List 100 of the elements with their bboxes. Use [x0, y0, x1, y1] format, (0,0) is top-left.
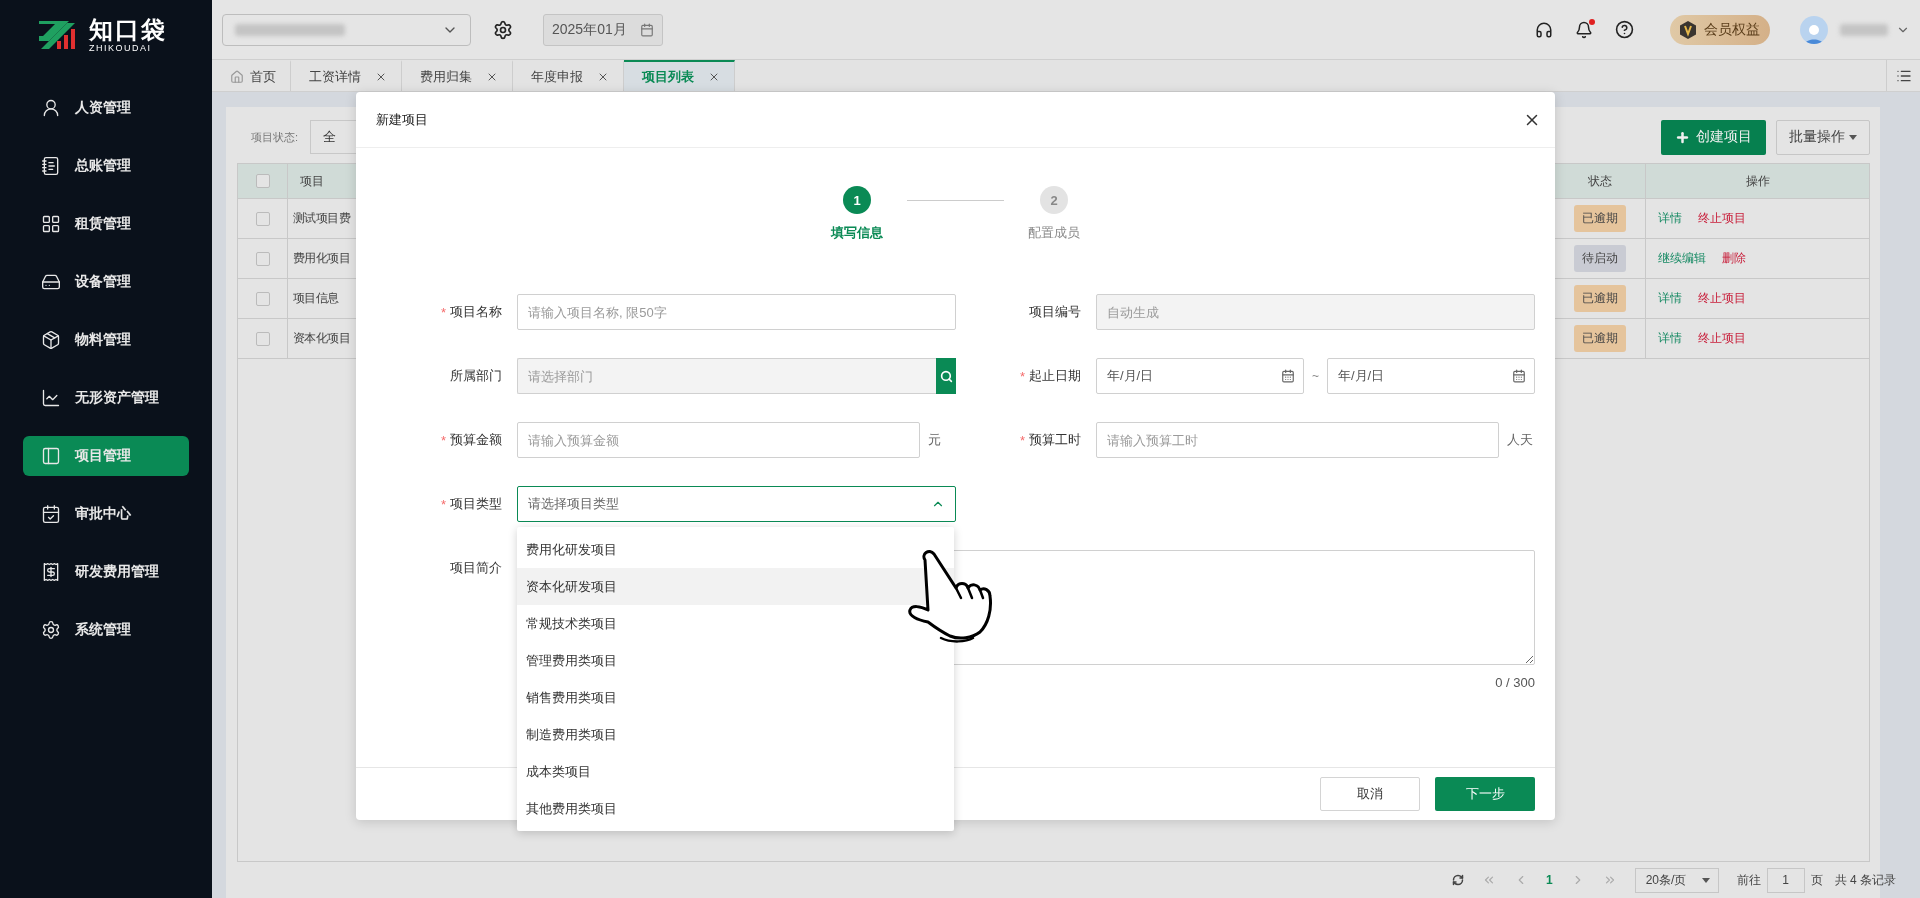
page-tab[interactable]: 首页: [212, 60, 291, 91]
nav-item[interactable]: 无形资产管理: [23, 378, 189, 418]
status-tag: 待启动: [1573, 245, 1626, 272]
plus-icon: [1675, 129, 1690, 145]
calendar-icon[interactable]: [1281, 369, 1295, 383]
settings-icon[interactable]: [493, 19, 513, 40]
page-tab[interactable]: 工资详情: [291, 60, 402, 91]
logo-name: 知口袋: [89, 17, 167, 43]
search-icon: [939, 369, 953, 383]
nav-item[interactable]: 项目管理: [23, 436, 189, 476]
type-select[interactable]: 请选择项目类型: [517, 486, 956, 522]
nav-item[interactable]: 总账管理: [23, 146, 189, 186]
department-field[interactable]: 请选择部门: [517, 358, 936, 394]
refresh-icon[interactable]: [1451, 874, 1464, 886]
next-button[interactable]: 下一步: [1435, 777, 1535, 811]
caret-icon: [1701, 877, 1710, 883]
field-label: 项目名称: [450, 303, 502, 321]
caret-icon: [1849, 134, 1857, 140]
action-link[interactable]: 终止项目: [1698, 290, 1746, 307]
action-link[interactable]: 详情: [1658, 330, 1682, 347]
filter-label: 项目状态:: [251, 129, 299, 145]
required-asterisk: *: [440, 432, 446, 448]
total-count: 共 4 条记录: [1834, 871, 1896, 889]
month-field[interactable]: 2025年01月: [543, 13, 663, 46]
column-header: 状态: [1587, 172, 1612, 190]
search-button[interactable]: [936, 358, 956, 394]
readonly-input[interactable]: 自动生成: [1096, 294, 1535, 330]
grid-icon: [41, 214, 61, 234]
step-number: 1: [843, 186, 871, 214]
field-label: 项目简介: [450, 559, 502, 577]
nav-item[interactable]: 研发费用管理: [23, 552, 189, 592]
dropdown-option[interactable]: 管理费用类项目: [517, 642, 954, 679]
dropdown-option[interactable]: 费用化研发项目: [517, 531, 954, 568]
help-icon[interactable]: [1615, 20, 1634, 39]
dropdown-option[interactable]: 成本类项目: [517, 753, 954, 790]
receipt-icon: [41, 562, 61, 582]
avatar-icon[interactable]: [1800, 15, 1828, 44]
char-counter: 0 / 300: [1495, 675, 1535, 690]
cancel-button[interactable]: 取消: [1320, 777, 1420, 811]
table-cell: 测试项目费: [293, 210, 350, 227]
checkbox[interactable]: [255, 251, 270, 266]
checkbox[interactable]: [255, 291, 270, 306]
logo-subtitle: ZHIKOUDAI: [89, 43, 153, 53]
unit-label: 人天: [1507, 431, 1534, 449]
column-header: 项目: [300, 172, 324, 190]
nav-item[interactable]: 人资管理: [23, 88, 189, 128]
action-link[interactable]: 继续编辑: [1658, 250, 1706, 267]
person-icon: [41, 98, 61, 118]
calendar-icon: [640, 22, 654, 37]
table-cell: 项目信息: [293, 290, 339, 307]
page-unit: 页: [1810, 871, 1823, 889]
calendar-check-icon: [41, 504, 61, 524]
nav-item[interactable]: 租赁管理: [23, 204, 189, 244]
action-link[interactable]: 删除: [1722, 250, 1746, 267]
dropdown-option[interactable]: 制造费用类项目: [517, 716, 954, 753]
notification-icon[interactable]: [1575, 20, 1593, 39]
create-button[interactable]: 创建项目: [1661, 119, 1766, 155]
required-asterisk: *: [440, 304, 446, 320]
dialog-title: 新建项目: [376, 110, 428, 129]
checkbox[interactable]: [255, 174, 270, 188]
drive-icon: [41, 272, 61, 292]
panel-icon: [41, 446, 61, 466]
dropdown-option[interactable]: 销售费用类项目: [517, 679, 954, 716]
dropdown-option[interactable]: 资本化研发项目: [517, 568, 954, 605]
action-link[interactable]: 终止项目: [1698, 210, 1746, 227]
dropdown-option[interactable]: 其他费用类项目: [517, 790, 954, 827]
nav-item[interactable]: 设备管理: [23, 262, 189, 302]
page-tab[interactable]: 费用归集: [402, 60, 513, 91]
step-label: 填写信息: [831, 224, 883, 242]
field-label: 起止日期: [1029, 367, 1081, 385]
goto-label: 前往: [1736, 871, 1761, 889]
nav-item[interactable]: 系统管理: [23, 610, 189, 650]
vip-button[interactable]: 会员权益: [1670, 14, 1770, 45]
status-tag: 已逾期: [1573, 285, 1626, 312]
table-cell: 资本化项目: [293, 330, 350, 347]
text-input[interactable]: 请输入预算工时: [1096, 422, 1499, 458]
checkbox[interactable]: [255, 211, 270, 226]
page-size-select[interactable]: 20条/页: [1634, 867, 1719, 893]
field-label: 预算工时: [1029, 431, 1081, 449]
action-link[interactable]: 详情: [1658, 210, 1682, 227]
date-field[interactable]: 年/月/日: [1327, 358, 1535, 394]
settings-icon: [41, 620, 61, 640]
headset-icon[interactable]: [1535, 20, 1553, 39]
nav-item[interactable]: 审批中心: [23, 494, 189, 534]
range-separator: ~: [1312, 369, 1319, 383]
text-input[interactable]: 请输入预算金额: [517, 422, 920, 458]
field-label: 预算金额: [450, 431, 502, 449]
text-input[interactable]: 请输入项目名称, 限50字: [517, 294, 956, 330]
unit-label: 元: [928, 431, 942, 449]
batch-button[interactable]: 批量操作: [1776, 119, 1870, 155]
home-icon: [230, 69, 244, 84]
checkbox[interactable]: [255, 331, 270, 346]
nav-item[interactable]: 物料管理: [23, 320, 189, 360]
date-field[interactable]: 年/月/日: [1096, 358, 1304, 394]
action-link[interactable]: 详情: [1658, 290, 1682, 307]
box-icon: [41, 330, 61, 350]
calendar-icon[interactable]: [1512, 369, 1526, 383]
action-link[interactable]: 终止项目: [1698, 330, 1746, 347]
field-label: 项目类型: [450, 495, 502, 513]
page-input[interactable]: 1: [1766, 867, 1805, 893]
